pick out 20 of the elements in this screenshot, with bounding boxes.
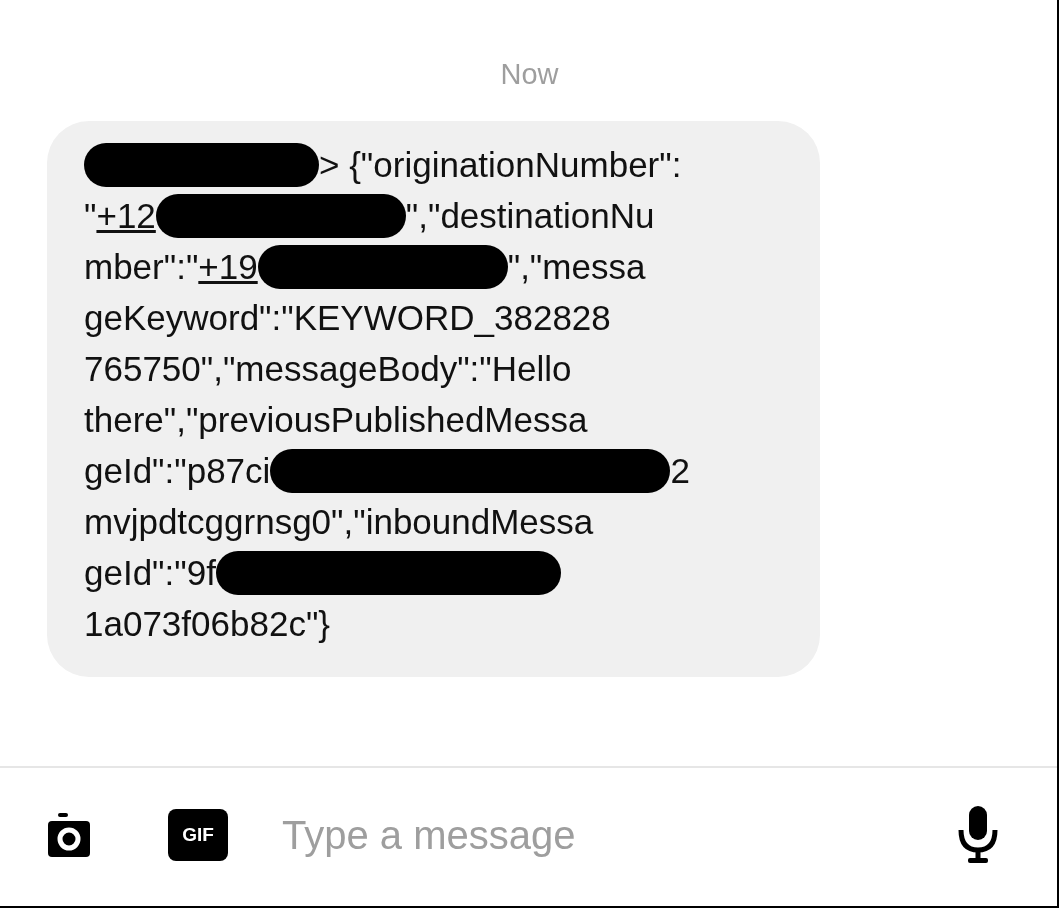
message-text: 765750","messageBody":"Hello [84,348,572,390]
phone-link[interactable]: +19 [198,241,258,292]
message-text: 2 [670,450,690,492]
input-field[interactable]: Type a message [280,811,957,859]
phone-link[interactable]: +12 [96,190,156,241]
message-text: > {"originationNumber": [319,144,682,186]
message-text: " [84,195,97,237]
gif-button[interactable]: GIF [168,809,228,861]
message-text: mber":" [84,246,199,288]
camera-icon[interactable] [48,813,90,857]
microphone-icon[interactable] [957,806,999,864]
message-text: geKeyword":"KEYWORD_382828 [84,297,611,339]
timestamp: Now [499,58,560,91]
message-text: ","destinationNu [405,195,655,237]
message-text: geId":"p87ci [84,450,271,492]
message-text: geId":"9f [84,552,216,594]
message-text: ","messa [507,246,646,288]
message-text: mvjpdtcggrnsg0","inboundMessa [84,501,594,543]
message-text: there","previousPublishedMessa [84,399,588,441]
message-text: 1a073f06b82c"} [84,603,330,645]
